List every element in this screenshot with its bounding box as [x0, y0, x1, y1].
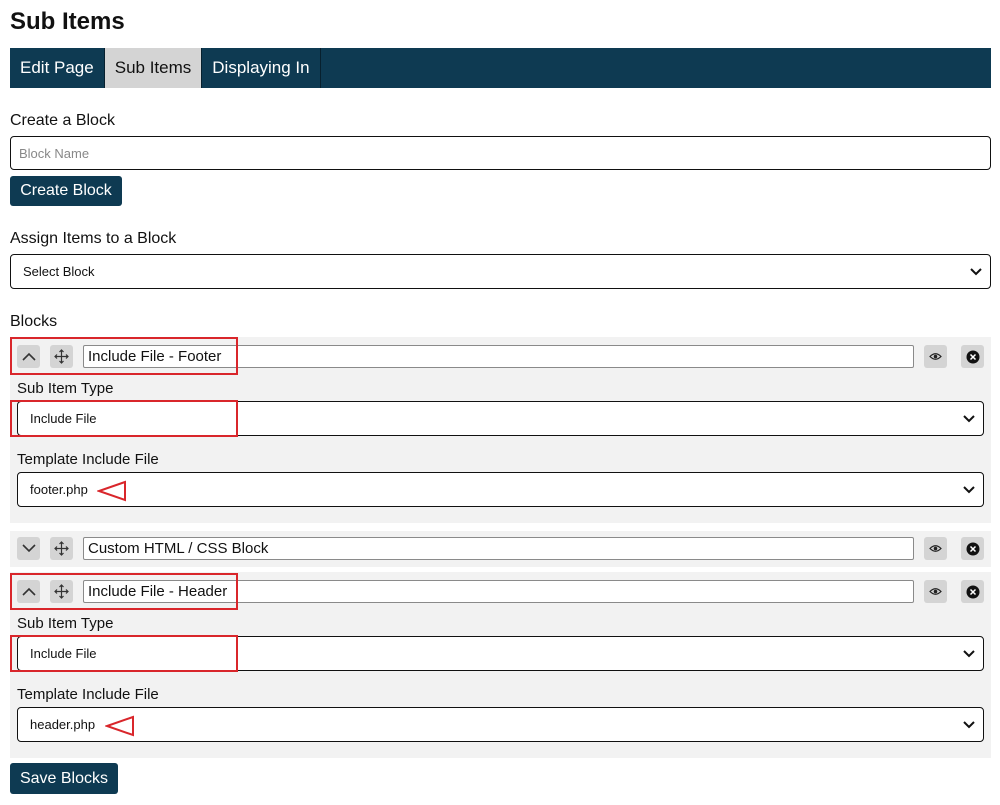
- template-file-select[interactable]: footer.php: [17, 472, 984, 507]
- assign-heading: Assign Items to a Block: [10, 230, 177, 247]
- template-file-select[interactable]: header.php: [17, 707, 984, 742]
- chevron-down-icon[interactable]: [17, 537, 40, 560]
- tab-bar: Edit Page Sub Items Displaying In: [10, 48, 991, 88]
- chevron-down-icon: [963, 649, 975, 657]
- page-title: Sub Items: [10, 8, 125, 35]
- sub-item-type-label: Sub Item Type: [17, 380, 114, 397]
- blocks-heading: Blocks: [10, 313, 58, 330]
- select-block-dropdown[interactable]: Select Block: [10, 254, 991, 289]
- chevron-down-icon: [963, 414, 975, 422]
- move-arrows-icon[interactable]: [50, 345, 73, 368]
- sub-item-type-select[interactable]: Include File: [17, 636, 984, 671]
- eye-icon[interactable]: [924, 345, 947, 368]
- chevron-up-icon[interactable]: [17, 345, 40, 368]
- block-name-input[interactable]: [10, 136, 991, 170]
- chevron-up-icon[interactable]: [17, 580, 40, 603]
- block-name-field[interactable]: [83, 537, 914, 560]
- tab-sub-items[interactable]: Sub Items: [104, 48, 203, 88]
- template-include-label: Template Include File: [17, 451, 159, 468]
- eye-icon[interactable]: [924, 580, 947, 603]
- create-block-heading: Create a Block: [10, 112, 115, 129]
- chevron-down-icon: [970, 267, 982, 275]
- sub-item-type-label: Sub Item Type: [17, 615, 114, 632]
- sub-item-type-value: Include File: [30, 411, 97, 426]
- close-circle-icon[interactable]: [961, 580, 984, 603]
- create-block-button[interactable]: Create Block: [10, 176, 122, 206]
- block-name-field[interactable]: [83, 345, 914, 368]
- close-circle-icon[interactable]: [961, 537, 984, 560]
- sub-item-type-value: Include File: [30, 646, 97, 661]
- template-include-label: Template Include File: [17, 686, 159, 703]
- template-file-value: header.php: [30, 717, 96, 732]
- close-circle-icon[interactable]: [961, 345, 984, 368]
- template-file-value: footer.php: [30, 482, 88, 497]
- chevron-down-icon: [963, 720, 975, 728]
- block-panel-header: Sub Item Type Include File Template Incl…: [10, 572, 991, 758]
- select-block-value: Select Block: [23, 264, 95, 279]
- eye-icon[interactable]: [924, 537, 947, 560]
- chevron-down-icon: [963, 485, 975, 493]
- move-arrows-icon[interactable]: [50, 537, 73, 560]
- save-blocks-button[interactable]: Save Blocks: [10, 763, 118, 794]
- move-arrows-icon[interactable]: [50, 580, 73, 603]
- tab-edit-page[interactable]: Edit Page: [10, 48, 105, 88]
- sub-item-type-select[interactable]: Include File: [17, 401, 984, 436]
- tab-displaying-in[interactable]: Displaying In: [202, 48, 321, 88]
- block-name-field[interactable]: [83, 580, 914, 603]
- block-panel-footer: Sub Item Type Include File Template Incl…: [10, 337, 991, 523]
- block-panel-custom-html: [10, 531, 991, 567]
